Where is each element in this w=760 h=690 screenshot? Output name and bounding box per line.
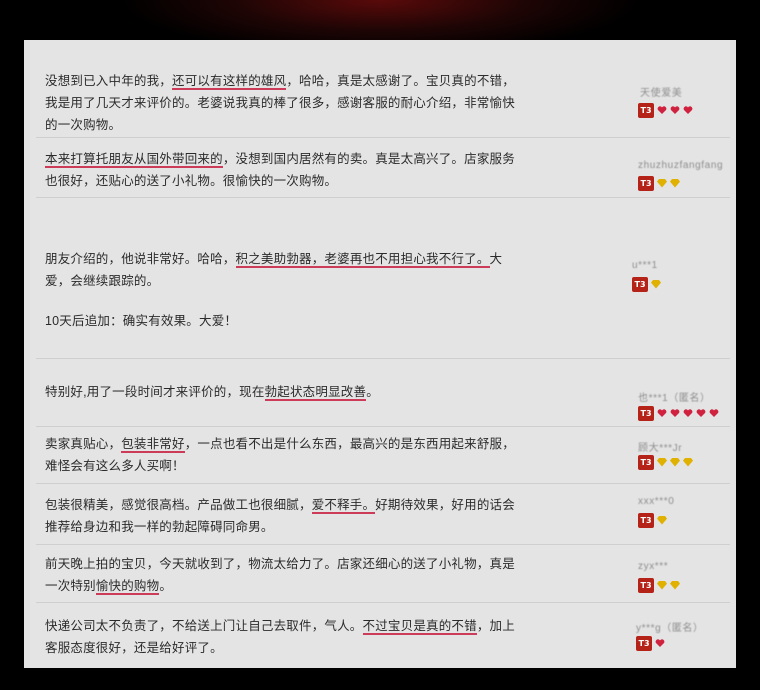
text-segment: 朋友介绍的，他说非常好。哈哈， <box>45 252 236 266</box>
diamond-icon <box>670 179 680 188</box>
review-username: zyx*** <box>638 561 669 572</box>
rank-badges: T3 <box>638 454 693 470</box>
heart-icon <box>657 409 667 417</box>
review-text: 卖家真贴心，包装非常好，一点也看不出是什么东西，最高兴的是东西用起来舒服，难怪会… <box>45 433 515 477</box>
review-item: 本来打算托朋友从国外带回来的，没想到国内居然有的卖。真是太高兴了。店家服务也很好… <box>24 138 736 196</box>
text-segment: 卖家真贴心， <box>45 437 122 451</box>
text-segment: 没想到已入中年的我， <box>45 74 173 88</box>
review-username: u***1 <box>632 260 658 271</box>
review-item: 快递公司太不负责了，不给送上门让自己去取件，气人。不过宝贝是真的不错，加上客服态… <box>24 603 736 668</box>
level-badge: T3 <box>638 577 654 593</box>
review-username: xxx***0 <box>638 496 675 507</box>
review-panel: 没想到已入中年的我，还可以有这样的雄风，哈哈，真是太感谢了。宝贝真的不错，我是用… <box>24 40 736 668</box>
text-segment: 包装很精美，感觉很高档。产品做工也很细腻， <box>45 498 312 512</box>
level-badge: T3 <box>638 454 654 470</box>
review-text: 快递公司太不负责了，不给送上门让自己去取件，气人。不过宝贝是真的不错，加上客服态… <box>45 615 515 659</box>
heart-icon <box>683 409 693 417</box>
highlighted-phrase: 不过宝贝是真的不错 <box>362 619 477 635</box>
heart-icon <box>683 106 693 114</box>
highlighted-phrase: 积之美助勃器，老婆再也不用担心我不行了。 <box>235 252 490 268</box>
review-item: 特别好,用了一段时间才来评价的，现在勃起状态明显改善。 也***1（匿名） T3 <box>24 359 736 426</box>
heart-icon <box>696 409 706 417</box>
review-text: 没想到已入中年的我，还可以有这样的雄风，哈哈，真是太感谢了。宝贝真的不错，我是用… <box>45 70 515 136</box>
diamond-icon <box>683 458 693 467</box>
text-segment: 快递公司太不负责了，不给送上门让自己去取件，气人。 <box>45 619 363 633</box>
rank-badges: T3 <box>638 102 693 118</box>
review-item: 卖家真贴心，包装非常好，一点也看不出是什么东西，最高兴的是东西用起来舒服，难怪会… <box>24 427 736 483</box>
review-text: 前天晚上拍的宝贝，今天就收到了，物流太给力了。店家还细心的送了小礼物，真是一次特… <box>45 553 515 597</box>
highlighted-phrase: 勃起状态明显改善 <box>264 385 367 401</box>
level-badge: T3 <box>638 512 654 528</box>
rank-badges: T3 <box>638 577 680 593</box>
text-segment: 。 <box>366 385 379 399</box>
diamond-icon <box>657 458 667 467</box>
review-username: 天使爱美 <box>640 88 683 99</box>
highlighted-phrase: 包装非常好 <box>121 437 185 453</box>
heart-icon <box>657 106 667 114</box>
level-badge: T3 <box>638 405 654 421</box>
highlighted-phrase: 爱不释手。 <box>311 498 376 514</box>
level-badge: T3 <box>632 276 648 292</box>
rank-badges: T3 <box>632 276 661 292</box>
diamond-icon <box>670 458 680 467</box>
diamond-icon <box>670 581 680 590</box>
review-item: 朋友介绍的，他说非常好。哈哈，积之美助勃器，老婆再也不用担心我不行了。大爱，会继… <box>24 198 736 358</box>
heart-icon <box>670 106 680 114</box>
diamond-icon <box>651 280 661 289</box>
highlighted-phrase: 本来打算托朋友从国外带回来的 <box>45 152 223 168</box>
review-item: 前天晚上拍的宝贝，今天就收到了，物流太给力了。店家还细心的送了小礼物，真是一次特… <box>24 545 736 602</box>
diamond-icon <box>657 516 667 525</box>
rank-badges: T3 <box>638 405 719 421</box>
review-username: 也***1（匿名） <box>638 393 711 404</box>
heart-icon <box>655 639 665 647</box>
diamond-icon <box>657 179 667 188</box>
review-text: 本来打算托朋友从国外带回来的，没想到国内居然有的卖。真是太高兴了。店家服务也很好… <box>45 148 515 192</box>
review-username: zhuzhuzfangfang <box>638 160 724 171</box>
level-badge: T3 <box>638 175 654 191</box>
review-text: 特别好,用了一段时间才来评价的，现在勃起状态明显改善。 <box>45 381 515 403</box>
rank-badges: T3 <box>638 175 680 191</box>
review-item: 没想到已入中年的我，还可以有这样的雄风，哈哈，真是太感谢了。宝贝真的不错，我是用… <box>24 40 736 137</box>
review-username: 顾大***Jr <box>638 443 683 454</box>
review-text: 包装很精美，感觉很高档。产品做工也很细腻，爱不释手。好期待效果，好用的话会推荐给… <box>45 494 515 538</box>
highlighted-phrase: 愉快的购物 <box>95 579 160 595</box>
level-badge: T3 <box>636 635 652 651</box>
heart-icon <box>670 409 680 417</box>
level-badge: T3 <box>638 102 654 118</box>
review-text: 朋友介绍的，他说非常好。哈哈，积之美助勃器，老婆再也不用担心我不行了。大爱，会继… <box>45 248 515 332</box>
text-segment: 特别好,用了一段时间才来评价的，现在 <box>45 385 265 399</box>
rank-badges: T3 <box>638 512 667 528</box>
diamond-icon <box>657 581 667 590</box>
rank-badges: T3 <box>636 635 665 651</box>
review-username: y***g（匿名） <box>636 623 704 634</box>
heart-icon <box>709 409 719 417</box>
highlighted-phrase: 还可以有这样的雄风 <box>172 74 287 90</box>
text-segment: 。 <box>159 579 173 593</box>
review-followup: 10天后追加：确实有效果。大爱！ <box>45 314 238 328</box>
review-item: 包装很精美，感觉很高档。产品做工也很细腻，爱不释手。好期待效果，好用的话会推荐给… <box>24 484 736 544</box>
